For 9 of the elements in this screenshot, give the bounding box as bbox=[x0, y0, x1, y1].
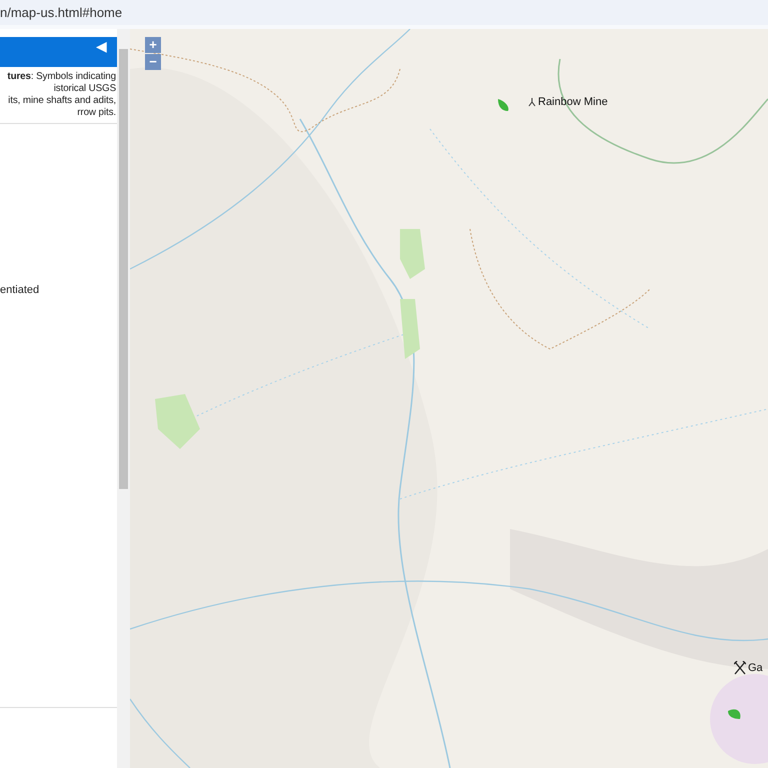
zoom-in-button[interactable]: + bbox=[145, 37, 161, 53]
url-text[interactable]: n/map-us.html#home bbox=[0, 5, 122, 20]
scrollbar-thumb[interactable] bbox=[119, 49, 128, 489]
mine-label: Ga bbox=[748, 662, 763, 674]
collapse-button[interactable]: ◀ bbox=[96, 39, 107, 53]
mine-label: Rainbow Mine bbox=[538, 96, 608, 108]
crossed-hammers-icon bbox=[734, 661, 746, 675]
legend-note: entiated bbox=[0, 284, 40, 296]
zoom-out-button[interactable]: − bbox=[145, 54, 161, 70]
